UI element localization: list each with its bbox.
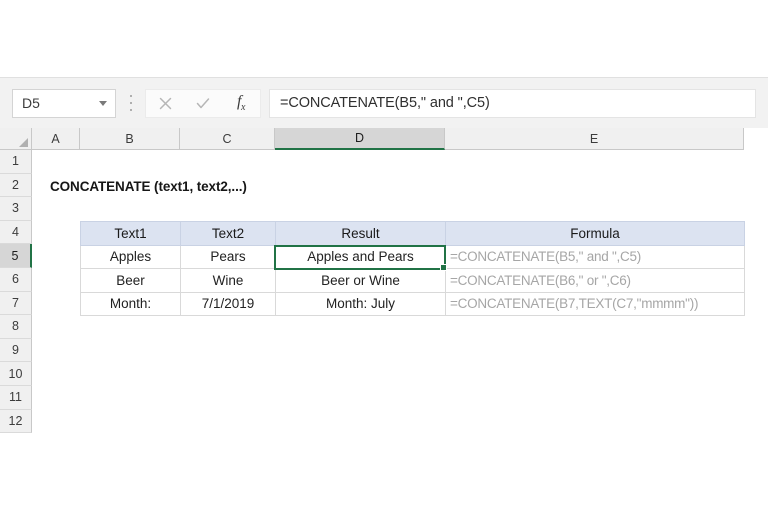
- table-row[interactable]: Apples Pears Apples and Pears =CONCATENA…: [80, 244, 745, 269]
- name-box-value: D5: [22, 94, 40, 111]
- column-header-result: Result: [275, 221, 446, 246]
- page-title: CONCATENATE (text1, text2,...): [50, 179, 247, 194]
- formula-input-value: =CONCATENATE(B5," and ",C5): [280, 95, 490, 111]
- cell-c5[interactable]: Pears: [180, 244, 276, 269]
- enter-formula-button[interactable]: [188, 90, 218, 117]
- check-icon: [196, 97, 210, 108]
- row-header-column: 1 2 3 4 5 6 7 8 9 10 11 12: [0, 150, 32, 434]
- row-header-12[interactable]: 12: [0, 409, 32, 434]
- row-header-7[interactable]: 7: [0, 291, 32, 316]
- close-icon: [159, 97, 171, 109]
- fx-icon: fx: [237, 92, 245, 114]
- chevron-down-icon[interactable]: [99, 100, 107, 106]
- cell-b6[interactable]: Beer: [80, 268, 181, 293]
- row-header-3[interactable]: 3: [0, 197, 32, 221]
- concatenate-examples-table: Text1 Text2 Result Formula Apples Pears …: [80, 221, 745, 316]
- table-header-row: Text1 Text2 Result Formula: [80, 221, 745, 246]
- column-header-text1: Text1: [80, 221, 181, 246]
- column-header-row: A B C D E: [0, 128, 768, 150]
- column-header-a[interactable]: A: [32, 128, 80, 150]
- formula-input[interactable]: =CONCATENATE(B5," and ",C5): [269, 88, 756, 118]
- cell-d5[interactable]: Apples and Pears: [275, 244, 446, 269]
- cell-c6[interactable]: Wine: [180, 268, 276, 293]
- cell-e5[interactable]: =CONCATENATE(B5," and ",C5): [445, 244, 745, 269]
- row-header-5[interactable]: 5: [0, 244, 32, 268]
- formula-bar-strip: D5 fx =CONCATENATE(B5," and ",C5): [0, 77, 768, 128]
- cell-e7[interactable]: =CONCATENATE(B7,TEXT(C7,"mmmm")): [445, 291, 745, 316]
- row-header-9[interactable]: 9: [0, 338, 32, 363]
- formula-bar-separator: [129, 95, 132, 111]
- row-header-6[interactable]: 6: [0, 267, 32, 292]
- column-header-formula: Formula: [445, 221, 745, 246]
- row-header-4[interactable]: 4: [0, 220, 32, 245]
- cell-b7[interactable]: Month:: [80, 291, 181, 316]
- cell-c7[interactable]: 7/1/2019: [180, 291, 276, 316]
- column-header-c[interactable]: C: [180, 128, 275, 150]
- cell-b5[interactable]: Apples: [80, 244, 181, 269]
- table-row[interactable]: Beer Wine Beer or Wine =CONCATENATE(B6,"…: [80, 268, 745, 293]
- name-box[interactable]: D5: [12, 88, 116, 118]
- cancel-formula-button[interactable]: [150, 90, 180, 117]
- column-header-d[interactable]: D: [275, 128, 445, 150]
- cell-d7[interactable]: Month: July: [275, 291, 446, 316]
- row-header-10[interactable]: 10: [0, 362, 32, 386]
- formula-action-buttons: fx: [145, 88, 261, 118]
- insert-function-button[interactable]: fx: [226, 90, 256, 117]
- row-header-1[interactable]: 1: [0, 150, 32, 174]
- cell-e6[interactable]: =CONCATENATE(B6," or ",C6): [445, 268, 745, 293]
- select-all-triangle-icon: [19, 138, 28, 147]
- row-header-2[interactable]: 2: [0, 173, 32, 198]
- cell-d6[interactable]: Beer or Wine: [275, 268, 446, 293]
- column-header-e[interactable]: E: [445, 128, 744, 150]
- table-row[interactable]: Month: 7/1/2019 Month: July =CONCATENATE…: [80, 291, 745, 316]
- column-header-b[interactable]: B: [80, 128, 180, 150]
- row-header-8[interactable]: 8: [0, 315, 32, 339]
- excel-worksheet-window: D5 fx =CONCATENATE(B5," and ",C5) A B C …: [0, 0, 768, 512]
- row-header-11[interactable]: 11: [0, 385, 32, 410]
- select-all-button[interactable]: [0, 128, 32, 150]
- column-header-text2: Text2: [180, 221, 276, 246]
